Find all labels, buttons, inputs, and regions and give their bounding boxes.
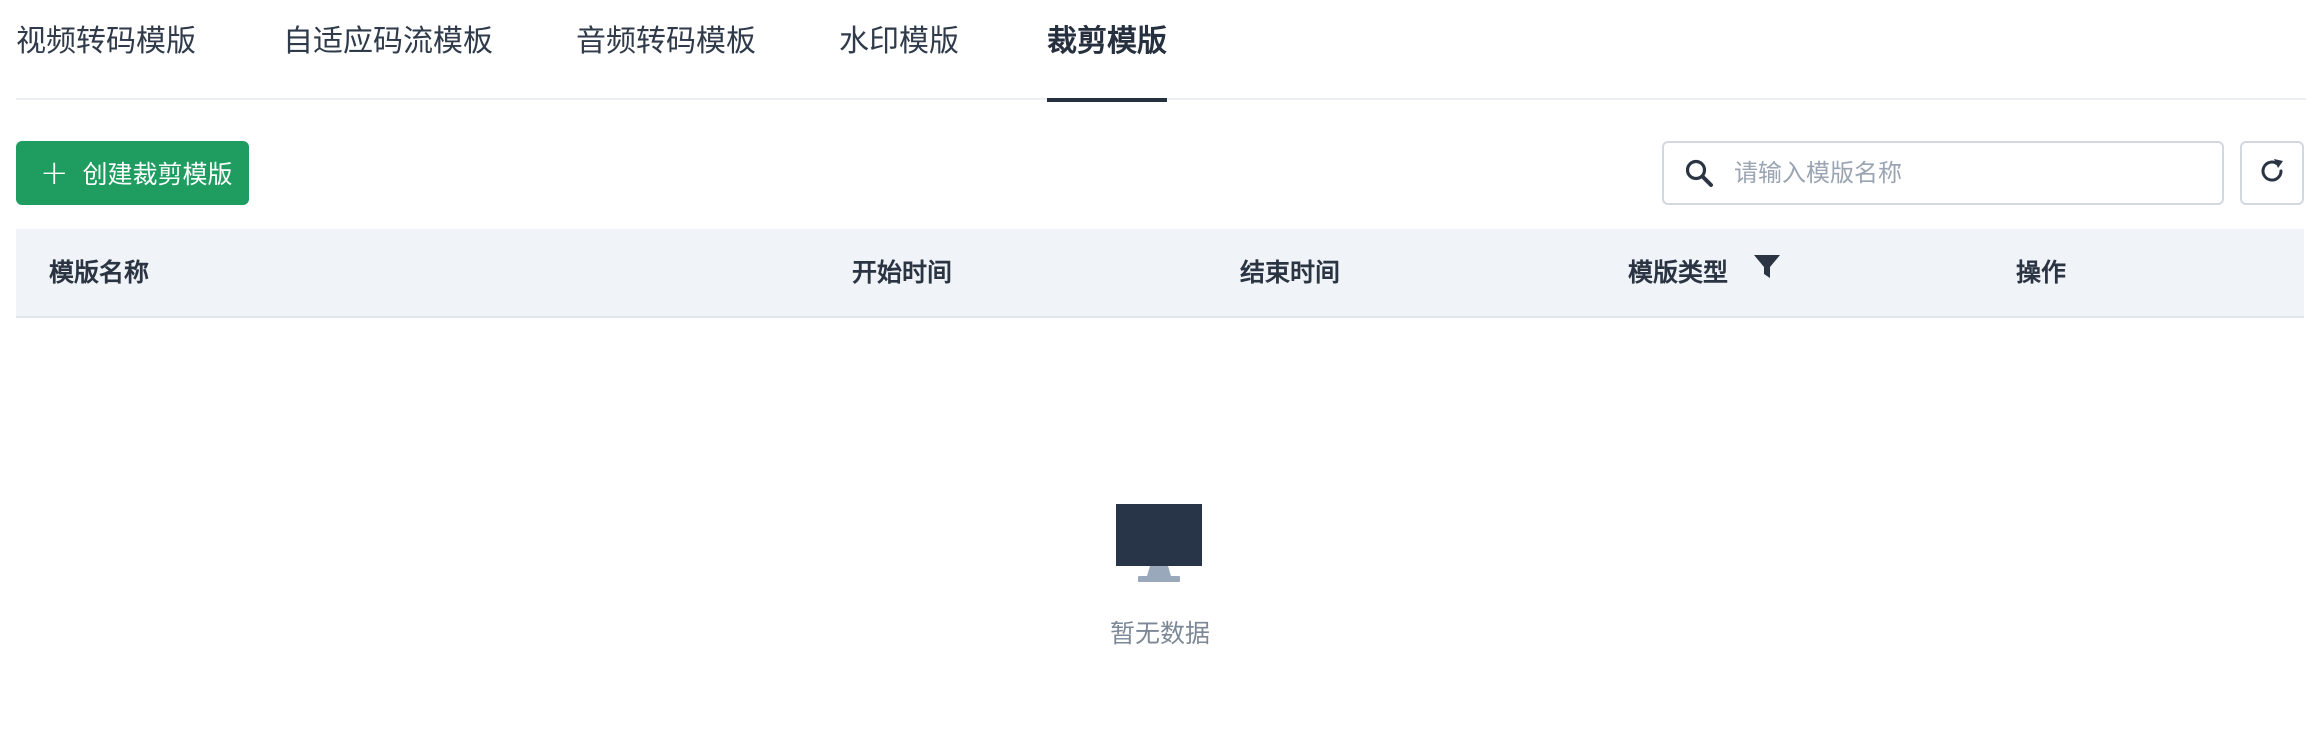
refresh-icon (2256, 155, 2288, 191)
tab-crop[interactable]: 裁剪模版 (1047, 0, 1167, 102)
tab-watermark[interactable]: 水印模版 (839, 0, 959, 100)
create-button-label: 创建裁剪模版 (82, 160, 233, 189)
plus-icon: + (40, 153, 69, 193)
column-end-time: 结束时间 (1240, 258, 1341, 287)
column-actions: 操作 (2016, 258, 2067, 287)
tab-audio-transcode[interactable]: 音频转码模板 (576, 0, 756, 100)
empty-state-text: 暂无数据 (1109, 619, 1210, 648)
column-template-type-label: 模版类型 (1628, 258, 1729, 287)
table-header: 模版名称 开始时间 结束时间 模版类型 操作 (16, 229, 2304, 318)
column-template-name: 模版名称 (49, 258, 150, 287)
refresh-button[interactable] (2240, 141, 2304, 205)
filter-icon[interactable] (1753, 228, 1781, 315)
search-icon (1684, 158, 1724, 188)
column-start-time: 开始时间 (852, 258, 953, 287)
search-input[interactable] (1724, 143, 2222, 203)
empty-monitor-icon (1116, 504, 1202, 582)
search-box (1662, 141, 2224, 205)
crop-template-page: 视频转码模版 自适应码流模板 音频转码模板 水印模版 裁剪模版 + 创建裁剪模版… (0, 0, 2322, 732)
tab-adaptive-bitrate[interactable]: 自适应码流模板 (283, 0, 493, 100)
create-crop-template-button[interactable]: + 创建裁剪模版 (16, 141, 249, 205)
column-template-type: 模版类型 (1628, 229, 1781, 316)
template-tabs: 视频转码模版 自适应码流模板 音频转码模板 水印模版 裁剪模版 (16, 0, 2306, 102)
tab-video-transcode[interactable]: 视频转码模版 (16, 0, 196, 100)
